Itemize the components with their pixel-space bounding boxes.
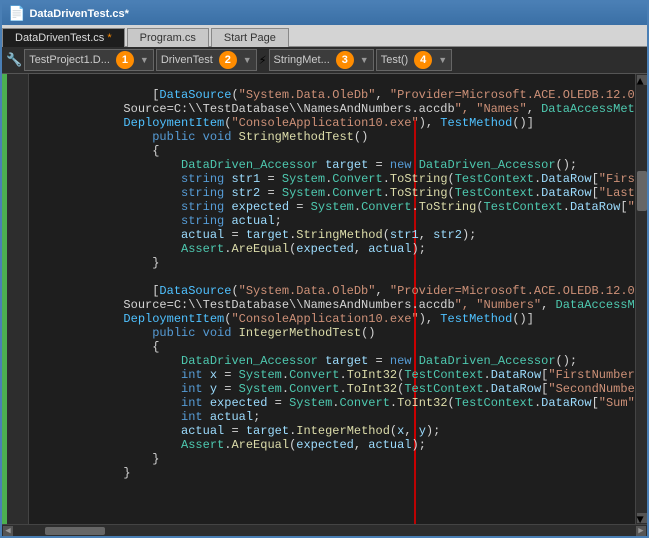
- code-line: int y = System.Convert.ToInt32(TestConte…: [37, 368, 635, 382]
- code-line: }: [37, 242, 635, 256]
- main-window: 📄 DataDrivenTest.cs* DataDrivenTest.cs P…: [0, 0, 649, 538]
- code-line: [DataSource("System.Data.OleDb", "Provid…: [37, 270, 635, 284]
- code-line: string str2 = System.Convert.ToString(Te…: [37, 172, 635, 186]
- horizontal-scrollbar[interactable]: ◀ ▶: [2, 524, 647, 536]
- title-text: DataDrivenTest.cs*: [29, 8, 128, 20]
- horizontal-scroll-thumb[interactable]: [45, 527, 105, 535]
- tab-program[interactable]: Program.cs: [127, 28, 209, 47]
- code-line: }: [37, 438, 635, 452]
- marker-2: 2: [219, 51, 237, 69]
- left-margin: [7, 74, 29, 524]
- code-line: string expected = System.Convert.ToStrin…: [37, 186, 635, 200]
- code-line: DeploymentItem("ConsoleApplication10.exe…: [37, 102, 635, 116]
- code-line: string actual;: [37, 200, 635, 214]
- code-line: DataDriven_Accessor target = new DataDri…: [37, 340, 635, 354]
- code-line: {: [37, 326, 635, 340]
- scroll-right-arrow[interactable]: ▶: [636, 526, 646, 536]
- title-icon: 📄: [8, 5, 25, 22]
- code-line: actual = target.StringMethod(str1, str2)…: [37, 214, 635, 228]
- marker-1: 1: [116, 51, 134, 69]
- project-selector-text: TestProject1.D...: [29, 54, 110, 66]
- project-icon: 🔧: [6, 53, 22, 68]
- tab-startpage[interactable]: Start Page: [211, 28, 289, 47]
- scroll-thumb[interactable]: [637, 171, 647, 211]
- marker-3: 3: [336, 51, 354, 69]
- code-line: int actual;: [37, 396, 635, 410]
- code-line: public void StringMethodTest(): [37, 116, 635, 130]
- scrollbar[interactable]: ▲ ▼: [635, 74, 647, 524]
- scroll-up-arrow[interactable]: ▲: [637, 75, 647, 85]
- code-line: [DataSource("System.Data.OleDb", "Provid…: [37, 74, 635, 88]
- code-line: Assert.AreEqual(expected, actual);: [37, 424, 635, 438]
- method2-dropdown-arrow: ▼: [438, 55, 447, 65]
- tab-label-program: Program.cs: [140, 32, 196, 44]
- code-line: {: [37, 130, 635, 144]
- method-selector-text: StringMet...: [274, 54, 330, 66]
- code-line: int x = System.Convert.ToInt32(TestConte…: [37, 354, 635, 368]
- code-line: public void IntegerMethodTest(): [37, 312, 635, 326]
- code-line: Source=C:\\TestDatabase\\NamesAndNumbers…: [37, 284, 635, 298]
- code-line: DeploymentItem("ConsoleApplication10.exe…: [37, 298, 635, 312]
- tab-label-datadriven: DataDrivenTest.cs: [15, 32, 104, 44]
- scroll-down-arrow[interactable]: ▼: [637, 513, 647, 523]
- tab-bar: DataDrivenTest.cs Program.cs Start Page: [2, 25, 647, 47]
- code-line: }: [37, 452, 635, 466]
- breadcrumb-bar: 🔧 TestProject1.D... 1 ▼ DrivenTest 2 ▼ ⚡…: [2, 47, 647, 74]
- method2-selector[interactable]: Test() 4 ▼: [376, 49, 452, 71]
- tab-datadriven[interactable]: DataDrivenTest.cs: [2, 28, 125, 47]
- project-dropdown-arrow: ▼: [140, 55, 149, 65]
- method-icon: ⚡: [259, 53, 267, 68]
- method-dropdown-arrow: ▼: [360, 55, 369, 65]
- class-selector[interactable]: DrivenTest 2 ▼: [156, 49, 257, 71]
- code-line: Assert.AreEqual(expected, actual);: [37, 228, 635, 242]
- method2-selector-text: Test(): [381, 54, 409, 66]
- marker-4: 4: [414, 51, 432, 69]
- title-bar: 📄 DataDrivenTest.cs*: [2, 2, 647, 25]
- scroll-left-arrow[interactable]: ◀: [3, 526, 13, 536]
- code-line: string str1 = System.Convert.ToString(Te…: [37, 158, 635, 172]
- code-line: Source=C:\\TestDatabase\\NamesAndNumbers…: [37, 88, 635, 102]
- class-dropdown-arrow: ▼: [243, 55, 252, 65]
- code-line: [37, 256, 635, 270]
- project-selector[interactable]: TestProject1.D... 1 ▼: [24, 49, 154, 71]
- class-selector-text: DrivenTest: [161, 54, 213, 66]
- method-selector[interactable]: StringMet... 3 ▼: [269, 49, 374, 71]
- tab-label-startpage: Start Page: [224, 32, 276, 44]
- editor-area: [DataSource("System.Data.OleDb", "Provid…: [2, 74, 647, 524]
- code-line: DataDriven_Accessor target = new DataDri…: [37, 144, 635, 158]
- code-line: actual = target.IntegerMethod(x, y);: [37, 410, 635, 424]
- code-content[interactable]: [DataSource("System.Data.OleDb", "Provid…: [29, 74, 635, 524]
- code-line: int expected = System.Convert.ToInt32(Te…: [37, 382, 635, 396]
